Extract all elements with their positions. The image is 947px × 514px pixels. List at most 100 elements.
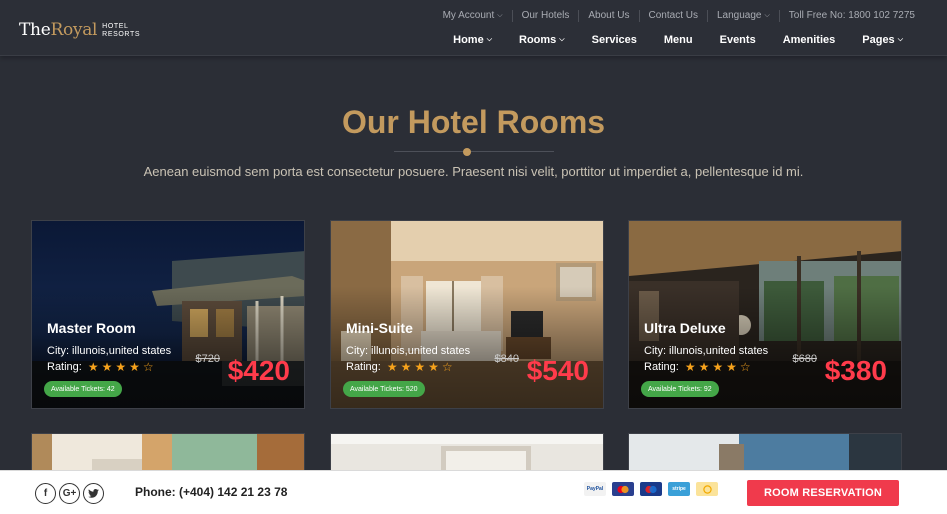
chevron-down-icon: ⌵	[559, 36, 565, 43]
tickets-badge: Available Tickets: 92	[641, 381, 719, 397]
star-filled-icon: ★	[428, 360, 439, 374]
mastercard-icon	[612, 482, 634, 496]
tickets-badge: Available Tickets: 42	[44, 381, 122, 397]
topbar-language[interactable]: Language ⌵	[706, 10, 779, 22]
star-empty-icon: ☆	[142, 360, 154, 374]
room-rating: Rating: ★ ★ ★ ★ ☆	[346, 361, 456, 373]
logo-royal: Royal	[50, 20, 98, 40]
old-price: $680	[792, 353, 817, 365]
payment-methods: PayPal stripe	[584, 482, 724, 496]
room-price: $420	[227, 355, 290, 386]
nav-events[interactable]: Events	[720, 34, 756, 46]
star-filled-icon: ★	[414, 360, 426, 374]
room-name: Mini-Suite	[346, 320, 413, 336]
main-nav: Home ⌵ Rooms ⌵ Services Menu Events Amen…	[453, 33, 903, 47]
nav-menu-label: Menu	[663, 34, 693, 46]
room-name: Ultra Deluxe	[644, 320, 726, 336]
rating-stars: ★ ★ ★ ★ ☆	[88, 361, 157, 373]
mastercard-circles	[617, 485, 629, 493]
topbar-our-hotels-label: Our Hotels	[521, 10, 570, 21]
star-empty-icon: ☆	[739, 360, 751, 374]
site-logo[interactable]: The Royal HOTEL RESORTS	[19, 19, 140, 41]
nav-rooms[interactable]: Rooms ⌵	[519, 34, 565, 46]
topbar-toll-free-label: Toll Free No: 1800 102 7275	[788, 10, 915, 21]
star-filled-icon: ★	[400, 360, 412, 374]
rating-stars: ★ ★ ★ ★ ☆	[387, 361, 456, 373]
google-plus-icon[interactable]: G+	[59, 483, 80, 504]
facebook-icon[interactable]: f	[35, 483, 56, 504]
star-filled-icon: ★	[712, 360, 724, 374]
logo-sub-hotel: HOTEL	[102, 23, 129, 30]
room-city: City: illunois,united states	[644, 345, 769, 357]
twitter-icon[interactable]	[83, 483, 104, 504]
chevron-down-icon: ⌵	[497, 12, 503, 19]
paypal-icon: PayPal	[584, 482, 606, 496]
room-price: $380	[824, 355, 887, 386]
logo-the: The	[19, 20, 51, 40]
topbar-toll-free: Toll Free No: 1800 102 7275	[778, 10, 915, 22]
facebook-glyph: f	[43, 488, 48, 499]
topbar-contact-us[interactable]: Contact Us	[638, 10, 707, 22]
rating-label: Rating:	[47, 361, 82, 373]
nav-home-label: Home	[453, 34, 484, 46]
title-divider	[394, 151, 554, 152]
nav-pages[interactable]: Pages ⌵	[862, 34, 903, 46]
top-bar: My Account ⌵ Our Hotels About Us Contact…	[434, 9, 915, 23]
star-filled-icon: ★	[386, 360, 398, 374]
room-city: City: illunois,united states	[346, 345, 471, 357]
rating-label: Rating:	[644, 361, 679, 373]
chevron-down-icon: ⌵	[764, 12, 770, 19]
title-divider-dot	[463, 148, 471, 156]
nav-rooms-label: Rooms	[519, 34, 557, 46]
room-reservation-button[interactable]: ROOM RESERVATION	[747, 480, 899, 506]
room-name: Master Room	[47, 320, 136, 336]
star-filled-icon: ★	[129, 360, 140, 374]
topbar-language-label: Language	[716, 10, 762, 21]
bitcoin-icon	[696, 482, 718, 496]
room-rating: Rating: ★ ★ ★ ★ ☆	[47, 361, 157, 373]
nav-services[interactable]: Services	[592, 34, 637, 46]
maestro-circles	[645, 485, 657, 493]
social-links: f G+	[35, 483, 107, 504]
star-filled-icon: ★	[115, 360, 127, 374]
nav-pages-label: Pages	[862, 34, 895, 46]
nav-menu[interactable]: Menu	[664, 34, 693, 46]
rating-stars: ★ ★ ★ ★ ☆	[685, 361, 754, 373]
site-header: The Royal HOTEL RESORTS My Account ⌵ Our…	[0, 0, 947, 56]
room-price: $540	[526, 355, 589, 386]
nav-events-label: Events	[719, 34, 756, 46]
topbar-my-account-label: My Account	[442, 10, 495, 21]
topbar-my-account[interactable]: My Account ⌵	[434, 10, 512, 22]
room-city: City: illunois,united states	[47, 345, 172, 357]
old-price: $720	[195, 353, 220, 365]
stripe-icon: stripe	[668, 482, 690, 496]
star-filled-icon: ★	[698, 360, 710, 374]
footer-phone: Phone: (+404) 142 21 23 78	[135, 485, 288, 499]
topbar-our-hotels[interactable]: Our Hotels	[511, 10, 579, 22]
nav-services-label: Services	[591, 34, 637, 46]
old-price: $840	[494, 353, 519, 365]
topbar-about-us[interactable]: About Us	[578, 10, 638, 22]
room-card[interactable]: Mini-Suite City: illunois,united states …	[330, 220, 604, 409]
star-filled-icon: ★	[87, 360, 99, 374]
logo-subtitle: HOTEL RESORTS	[102, 23, 140, 39]
twitter-bird-icon	[88, 489, 99, 498]
chevron-down-icon: ⌵	[897, 36, 903, 43]
section-title: Our Hotel Rooms	[341, 104, 606, 140]
nav-amenities[interactable]: Amenities	[783, 34, 836, 46]
logo-sub-resorts: RESORTS	[102, 31, 141, 38]
tickets-badge: Available Tickets: 520	[343, 381, 425, 397]
room-card[interactable]: Master Room City: illunois,united states…	[31, 220, 305, 409]
maestro-icon	[640, 482, 662, 496]
paypal-label: PayPal	[586, 486, 604, 492]
chevron-down-icon: ⌵	[486, 36, 493, 43]
bitcoin-circle	[702, 484, 712, 494]
room-card[interactable]: Ultra Deluxe City: illunois,united state…	[628, 220, 902, 409]
star-filled-icon: ★	[101, 360, 113, 374]
star-filled-icon: ★	[726, 360, 737, 374]
stripe-label: stripe	[672, 486, 686, 492]
google-plus-glyph: G+	[62, 488, 77, 499]
sticky-footer-bar: f G+ Phone: (+404) 142 21 23 78 PayPal s…	[0, 470, 947, 514]
nav-home[interactable]: Home ⌵	[453, 34, 492, 46]
star-filled-icon: ★	[684, 360, 696, 374]
